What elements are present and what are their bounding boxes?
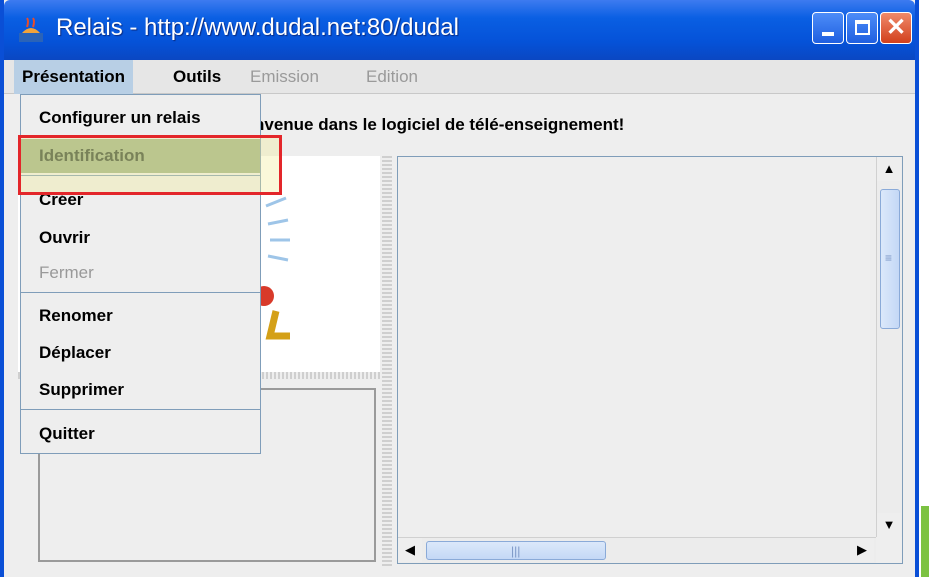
grip-icon: ≡ [885, 251, 893, 265]
menu-item-deplacer[interactable]: Déplacer [21, 336, 260, 370]
menu-item-fermer[interactable]: Fermer [21, 256, 260, 290]
menu-bar: Présentation Outils Emission Edition [4, 60, 915, 94]
maximize-icon [855, 20, 870, 35]
close-icon: ✕ [885, 14, 907, 41]
menu-separator [21, 292, 260, 293]
red-highlight-box [18, 135, 282, 195]
scroll-up-arrow-icon[interactable]: ▲ [877, 157, 901, 181]
menu-outils[interactable]: Outils [165, 60, 229, 94]
grip-icon: ||| [511, 544, 521, 558]
menu-presentation[interactable]: Présentation [14, 60, 133, 94]
close-button[interactable]: ✕ [880, 12, 912, 44]
menu-separator [21, 409, 260, 410]
vertical-scroll-thumb[interactable]: ≡ [880, 189, 900, 329]
menu-emission[interactable]: Emission [242, 60, 327, 94]
minimize-button[interactable] [812, 12, 844, 44]
java-cup-icon [19, 17, 43, 42]
maximize-button[interactable] [846, 12, 878, 44]
menu-item-supprimer[interactable]: Supprimer [21, 373, 260, 407]
decorative-green-tab [921, 506, 929, 577]
content-panel: ▲ ≡ ▼ ◀ ||| ▶ [397, 156, 903, 564]
menu-item-renomer[interactable]: Renomer [21, 299, 260, 333]
vertical-scrollbar[interactable]: ▲ ≡ ▼ [876, 157, 902, 537]
menu-item-configurer-relais[interactable]: Configurer un relais [21, 101, 260, 135]
menu-item-ouvrir[interactable]: Ouvrir [21, 221, 260, 255]
window-title: Relais - http://www.dudal.net:80/dudal [56, 14, 459, 41]
menu-edition[interactable]: Edition [358, 60, 426, 94]
scroll-left-arrow-icon[interactable]: ◀ [398, 538, 422, 562]
title-bar[interactable]: Relais - http://www.dudal.net:80/dudal ✕ [4, 0, 915, 60]
menu-item-quitter[interactable]: Quitter [21, 417, 260, 451]
app-window: Relais - http://www.dudal.net:80/dudal ✕… [0, 0, 919, 577]
scroll-down-arrow-icon[interactable]: ▼ [877, 513, 901, 537]
scroll-right-arrow-icon[interactable]: ▶ [850, 538, 874, 562]
horizontal-scroll-thumb[interactable]: ||| [426, 541, 606, 560]
vertical-splitter[interactable] [382, 156, 392, 566]
horizontal-scrollbar[interactable]: ◀ ||| ▶ [398, 537, 876, 563]
minimize-icon [822, 32, 834, 36]
welcome-message: nvenue dans le logiciel de télé-enseigne… [254, 115, 625, 134]
